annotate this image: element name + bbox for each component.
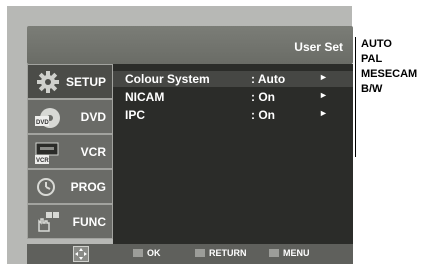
setting-value: : On bbox=[251, 108, 275, 122]
sidebar-item-label: VCR bbox=[80, 145, 106, 159]
ok-hint: OK bbox=[133, 248, 161, 258]
colour-system-options: AUTO PAL MESECAM B/W bbox=[355, 37, 426, 157]
sidebar: SETUP DVD DVD VCR VCR PROG FUNC bbox=[27, 64, 113, 244]
option-mesecam: MESECAM bbox=[361, 68, 418, 80]
arrow-right-icon: ► bbox=[319, 90, 328, 100]
svg-text:VCR: VCR bbox=[36, 158, 49, 164]
sidebar-item-dvd[interactable]: DVD DVD bbox=[27, 99, 113, 134]
return-hint: RETURN bbox=[195, 248, 247, 258]
sidebar-item-setup[interactable]: SETUP bbox=[27, 64, 113, 99]
option-bw: B/W bbox=[361, 83, 383, 95]
return-label: RETURN bbox=[209, 248, 247, 258]
page-title: User Set bbox=[294, 40, 343, 54]
setting-name: Colour System bbox=[125, 72, 210, 86]
dvd-icon: DVD bbox=[34, 104, 62, 130]
hand-icon bbox=[34, 209, 62, 235]
sidebar-item-label: SETUP bbox=[65, 75, 106, 89]
option-auto: AUTO bbox=[361, 38, 392, 50]
settings-panel: Colour System : Auto ► NICAM : On ► IPC … bbox=[113, 64, 353, 244]
sidebar-item-func[interactable]: FUNC bbox=[27, 204, 113, 239]
menu-key-icon bbox=[269, 249, 279, 257]
option-pal: PAL bbox=[361, 53, 383, 65]
menu-label: MENU bbox=[283, 248, 310, 258]
gear-icon bbox=[34, 69, 62, 95]
clock-icon bbox=[34, 174, 62, 200]
sidebar-item-label: PROG bbox=[70, 180, 106, 194]
arrow-right-icon: ► bbox=[319, 108, 328, 118]
setting-value: : Auto bbox=[251, 72, 286, 86]
setting-name: IPC bbox=[125, 108, 146, 122]
ok-label: OK bbox=[147, 248, 161, 258]
nav-pad-icon bbox=[73, 246, 89, 262]
sidebar-item-prog[interactable]: PROG bbox=[27, 169, 113, 204]
return-key-icon bbox=[195, 249, 205, 257]
sidebar-item-vcr[interactable]: VCR VCR bbox=[27, 134, 113, 169]
menu-screen: User Set SETUP DVD DVD VCR VCR PROG FUNC… bbox=[7, 6, 353, 264]
setting-row-colour-system[interactable]: Colour System : Auto ► bbox=[113, 71, 353, 87]
setting-value: : On bbox=[251, 90, 275, 104]
setting-name: NICAM bbox=[125, 90, 165, 104]
title-bar: User Set bbox=[27, 26, 353, 64]
ok-key-icon bbox=[133, 249, 143, 257]
setting-row-nicam[interactable]: NICAM : On ► bbox=[113, 89, 353, 105]
sidebar-item-label: DVD bbox=[80, 110, 106, 124]
vcr-icon: VCR bbox=[34, 139, 62, 165]
sidebar-item-label: FUNC bbox=[72, 215, 106, 229]
svg-text:DVD: DVD bbox=[36, 120, 49, 126]
menu-hint: MENU bbox=[269, 248, 310, 258]
setting-row-ipc[interactable]: IPC : On ► bbox=[113, 107, 353, 123]
arrow-right-icon: ► bbox=[319, 72, 328, 82]
footer-bar: OK RETURN MENU bbox=[27, 244, 353, 264]
